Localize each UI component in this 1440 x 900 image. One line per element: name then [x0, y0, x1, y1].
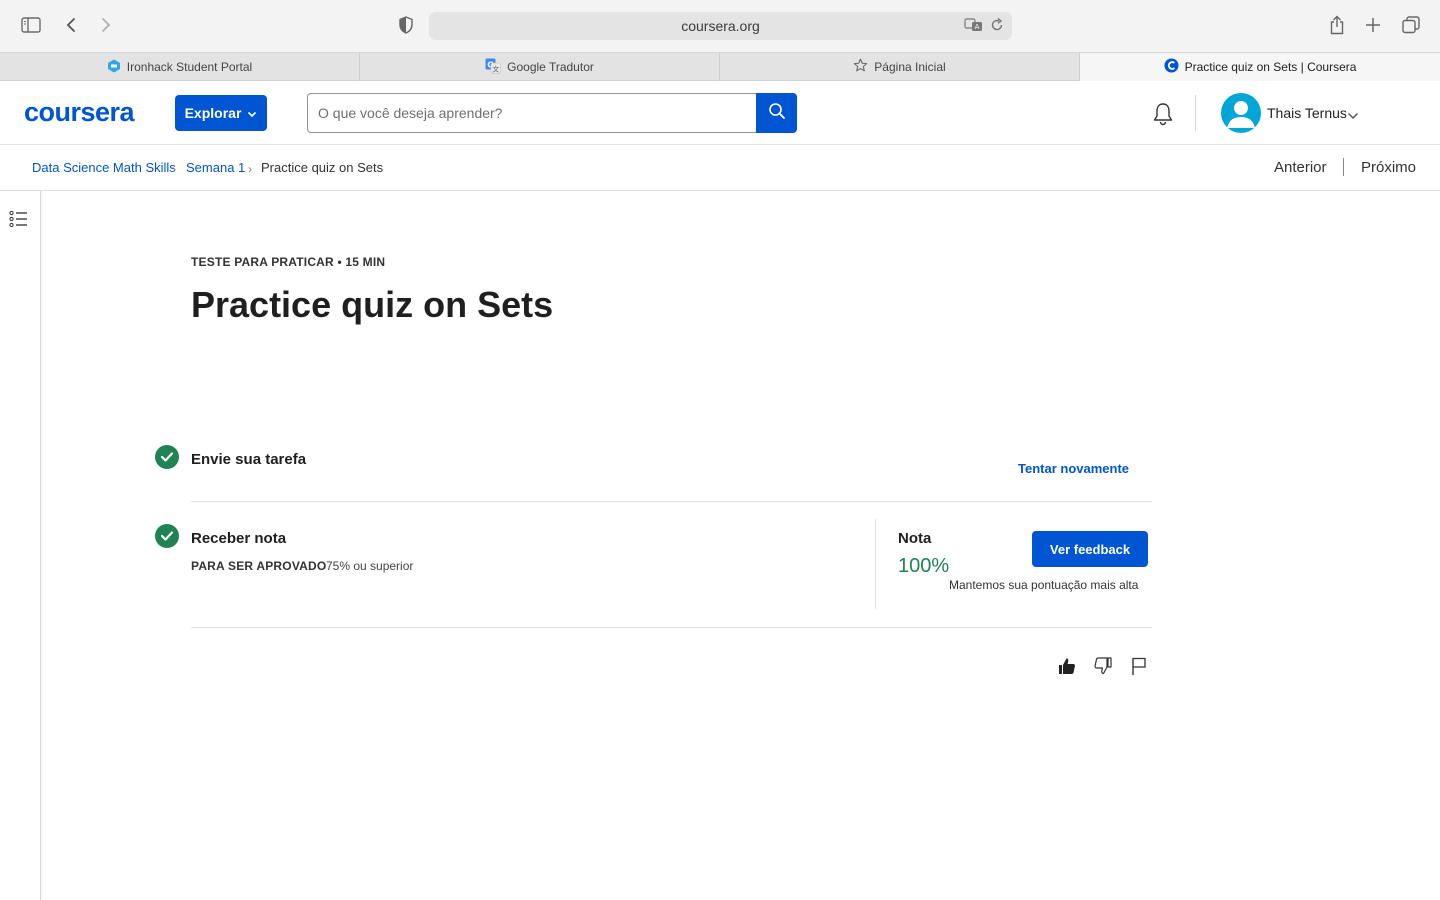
- breadcrumb: Data Science Math Skills › Semana 1 › Pr…: [0, 145, 1440, 191]
- pass-requirement-value: 75% ou superior: [326, 559, 414, 573]
- search-input[interactable]: [307, 93, 757, 133]
- sidebar-toggle-icon[interactable]: [18, 12, 44, 38]
- next-button[interactable]: Próximo: [1361, 159, 1416, 176]
- privacy-shield-icon[interactable]: [393, 12, 419, 38]
- reload-icon[interactable]: [990, 17, 1004, 36]
- browser-toolbar: coursera.org A: [0, 0, 1440, 52]
- coursera-icon: [1164, 58, 1179, 76]
- grade-label: Nota: [898, 530, 932, 547]
- thumbs-down-icon[interactable]: [1092, 655, 1114, 677]
- svg-text:文: 文: [492, 64, 499, 73]
- quiz-eyebrow: TESTE PARA PRATICAR • 15 MIN: [191, 255, 386, 269]
- page-title: Practice quiz on Sets: [191, 284, 554, 325]
- vertical-divider: [875, 519, 876, 609]
- outline-list-icon[interactable]: [9, 210, 29, 228]
- tab-ironhack[interactable]: Ironhack Student Portal: [0, 53, 360, 81]
- notifications-bell-icon[interactable]: [1150, 101, 1176, 127]
- user-menu-chevron-icon[interactable]: [1347, 107, 1359, 125]
- site-header: coursera Explorar Thais Ternus: [0, 81, 1440, 145]
- new-tab-icon[interactable]: [1360, 12, 1386, 38]
- breadcrumb-current: Practice quiz on Sets: [261, 160, 384, 175]
- thumbs-up-icon[interactable]: [1056, 655, 1078, 677]
- google-translate-icon: G文: [485, 58, 501, 77]
- course-outline-rail: [0, 191, 41, 900]
- breadcrumb-chevron-icon: ›: [172, 162, 176, 176]
- translate-icon[interactable]: A: [964, 17, 984, 36]
- tab-label: Practice quiz on Sets | Coursera: [1184, 60, 1357, 74]
- tab-label: Ironhack Student Portal: [126, 60, 253, 74]
- share-icon[interactable]: [1324, 12, 1350, 38]
- header-divider: [1195, 95, 1196, 131]
- grade-note: Mantemos sua pontuação mais alta: [949, 578, 1139, 592]
- tab-bar: Ironhack Student Portal G文 Google Tradut…: [0, 52, 1440, 81]
- explore-button[interactable]: Explorar: [175, 95, 267, 131]
- tab-label: Página Inicial: [874, 60, 946, 74]
- search-button[interactable]: [756, 93, 797, 133]
- chevron-down-icon: [247, 105, 257, 121]
- tab-overview-icon[interactable]: [1398, 12, 1424, 38]
- back-icon[interactable]: [58, 12, 84, 38]
- previous-button[interactable]: Anterior: [1274, 159, 1327, 176]
- forward-icon[interactable]: [93, 12, 119, 38]
- grade-step-title: Receber nota: [191, 530, 287, 547]
- pass-requirement-label: PARA SER APROVADO: [191, 559, 327, 573]
- address-text: coursera.org: [681, 18, 760, 34]
- address-bar[interactable]: coursera.org A: [429, 12, 1012, 40]
- tab-coursera-quiz[interactable]: Practice quiz on Sets | Coursera: [1080, 53, 1440, 81]
- coursera-logo[interactable]: coursera: [24, 97, 135, 128]
- reactions: [1056, 655, 1150, 677]
- search-icon: [768, 102, 786, 125]
- divider: [191, 627, 1152, 628]
- tab-pagina-inicial[interactable]: Página Inicial: [720, 53, 1080, 81]
- user-name[interactable]: Thais Ternus: [1267, 105, 1347, 121]
- nav-divider: [1343, 158, 1344, 176]
- ironhack-icon: [107, 59, 121, 76]
- flag-icon[interactable]: [1128, 655, 1150, 677]
- view-feedback-button[interactable]: Ver feedback: [1032, 531, 1148, 567]
- tab-label: Google Tradutor: [507, 60, 594, 74]
- check-circle-icon: [155, 524, 179, 548]
- breadcrumb-chevron-icon: ›: [248, 162, 252, 176]
- breadcrumb-week[interactable]: Semana 1: [186, 160, 245, 175]
- submit-step-title: Envie sua tarefa: [191, 451, 307, 468]
- check-circle-icon: [155, 445, 179, 469]
- star-icon: [853, 58, 868, 76]
- divider: [191, 501, 1152, 502]
- grade-value: 100%: [898, 555, 950, 577]
- breadcrumb-course[interactable]: Data Science Math Skills: [32, 160, 176, 175]
- explore-label: Explorar: [184, 105, 242, 121]
- svg-text:A: A: [975, 23, 980, 31]
- tab-google-translate[interactable]: G文 Google Tradutor: [360, 53, 720, 81]
- avatar[interactable]: [1221, 93, 1261, 133]
- retry-button[interactable]: Tentar novamente: [1018, 461, 1129, 476]
